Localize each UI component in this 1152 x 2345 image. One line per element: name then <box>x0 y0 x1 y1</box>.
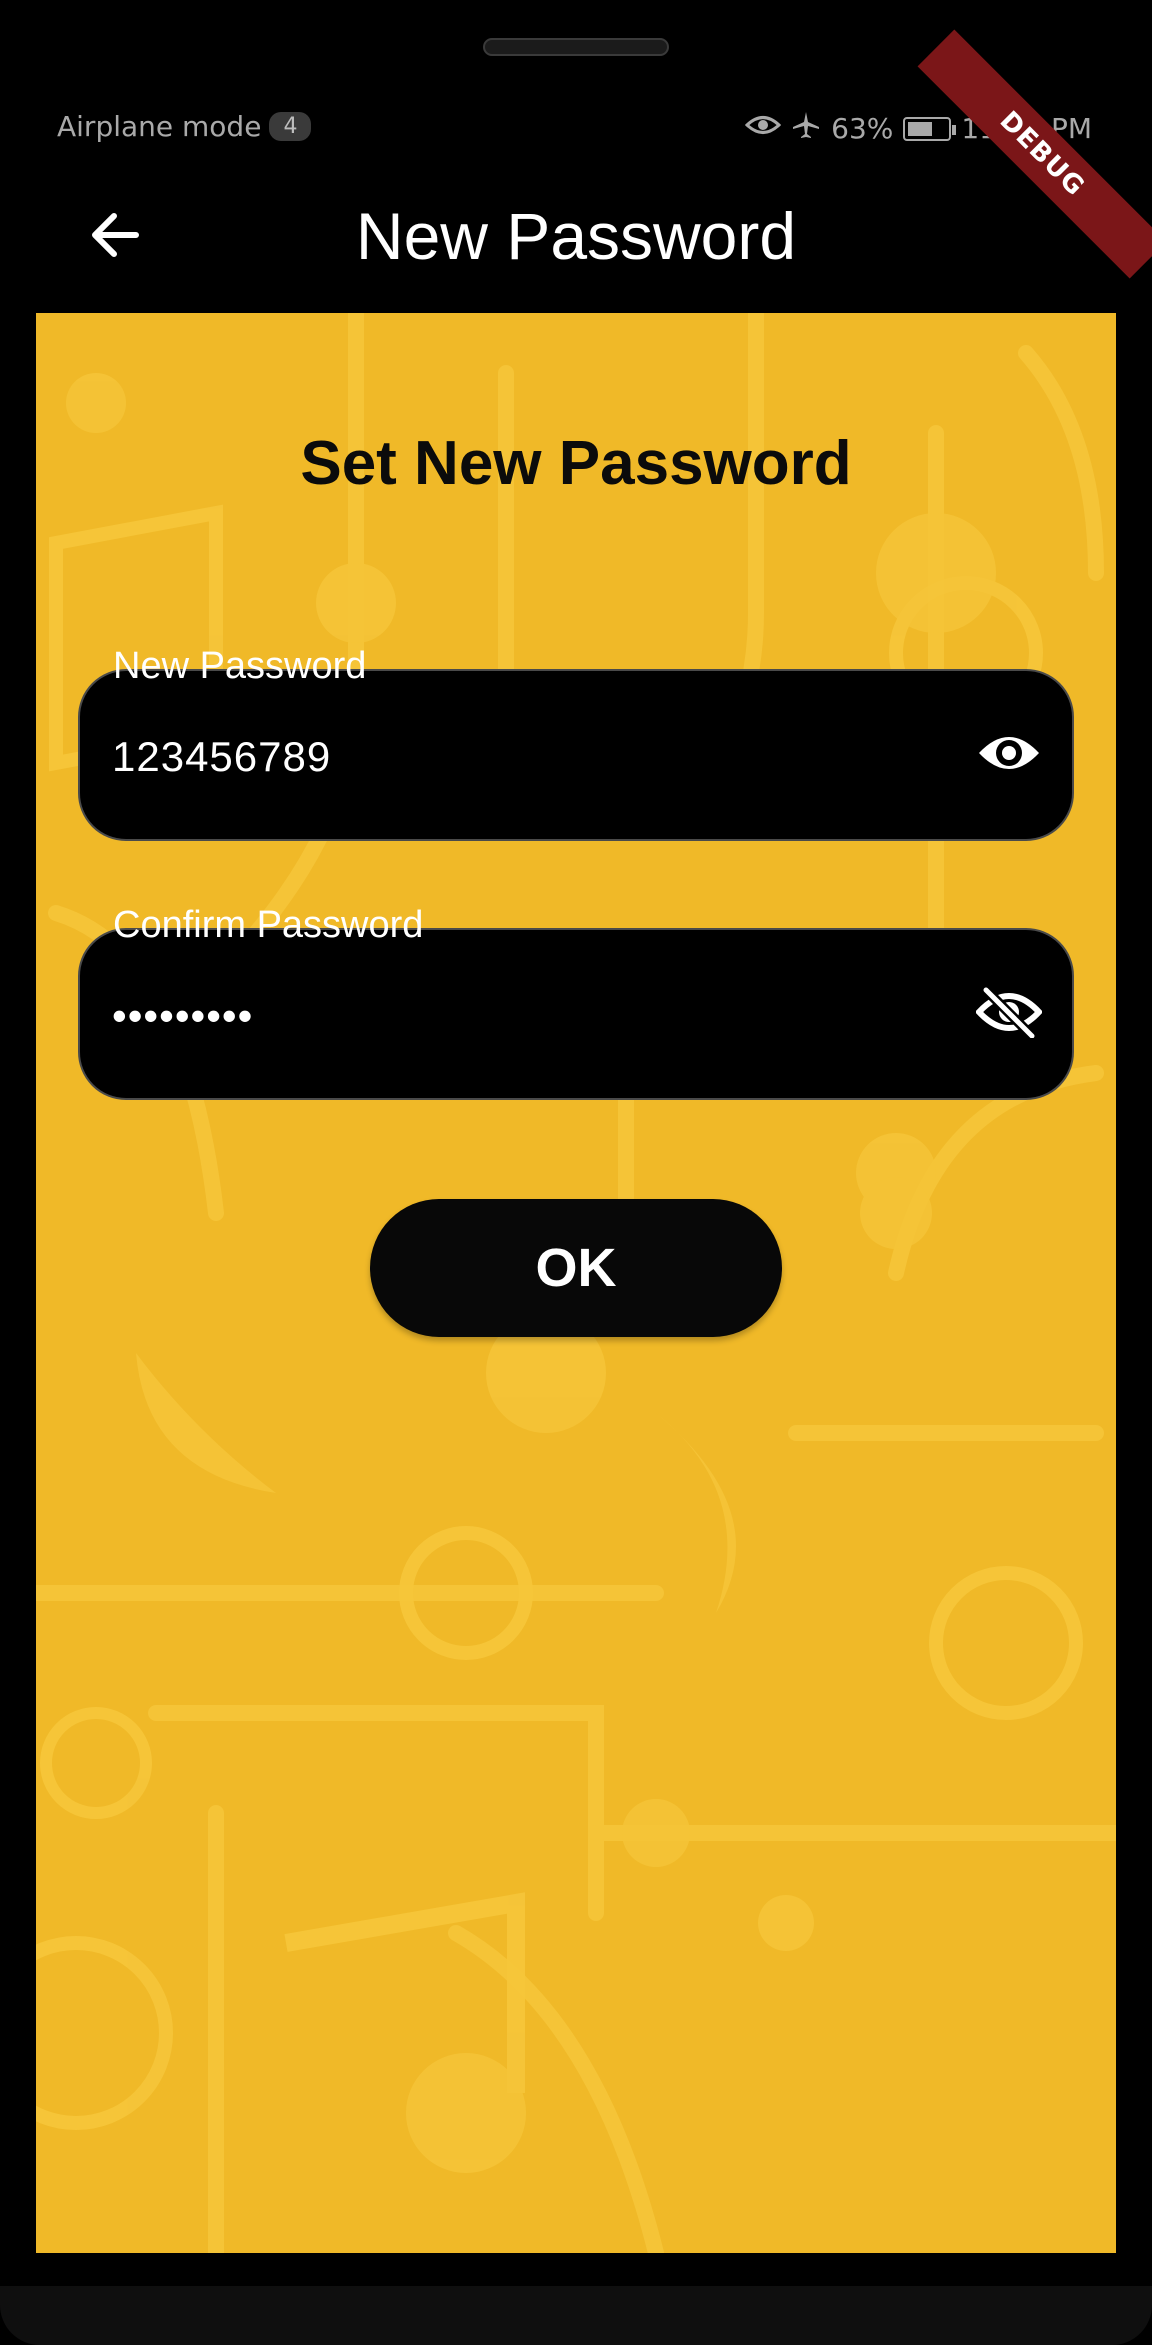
page-title: New Password <box>355 199 797 273</box>
phone-frame: Airplane mode 4 63% 11:02 PM DEBUG New P… <box>0 0 1152 2345</box>
confirm-password-field[interactable]: ••••••••• <box>78 928 1074 1100</box>
battery-charging-icon <box>903 116 957 141</box>
new-password-label: New Password <box>113 645 367 687</box>
airplane-icon <box>791 110 821 147</box>
status-left: Airplane mode 4 <box>57 110 312 143</box>
form-panel: Set New Password 123456789 New Password … <box>36 313 1116 2253</box>
confirm-password-value[interactable]: ••••••••• <box>112 992 253 1040</box>
eye-icon[interactable] <box>976 727 1042 779</box>
notification-badge: 4 <box>269 112 312 141</box>
form-heading: Set New Password <box>300 429 852 498</box>
speaker-grille <box>483 38 669 56</box>
eye-off-icon[interactable] <box>974 986 1044 1040</box>
new-password-value[interactable]: 123456789 <box>112 733 331 781</box>
battery-percent: 63% <box>831 112 894 145</box>
new-password-field[interactable]: 123456789 <box>78 669 1074 841</box>
ok-button[interactable]: OK <box>370 1199 782 1337</box>
bottom-bezel <box>0 2286 1152 2345</box>
airplane-mode-text: Airplane mode <box>57 110 262 143</box>
eye-icon <box>744 112 782 145</box>
app-bar: New Password <box>0 170 1152 300</box>
confirm-password-label: Confirm Password <box>113 904 424 946</box>
